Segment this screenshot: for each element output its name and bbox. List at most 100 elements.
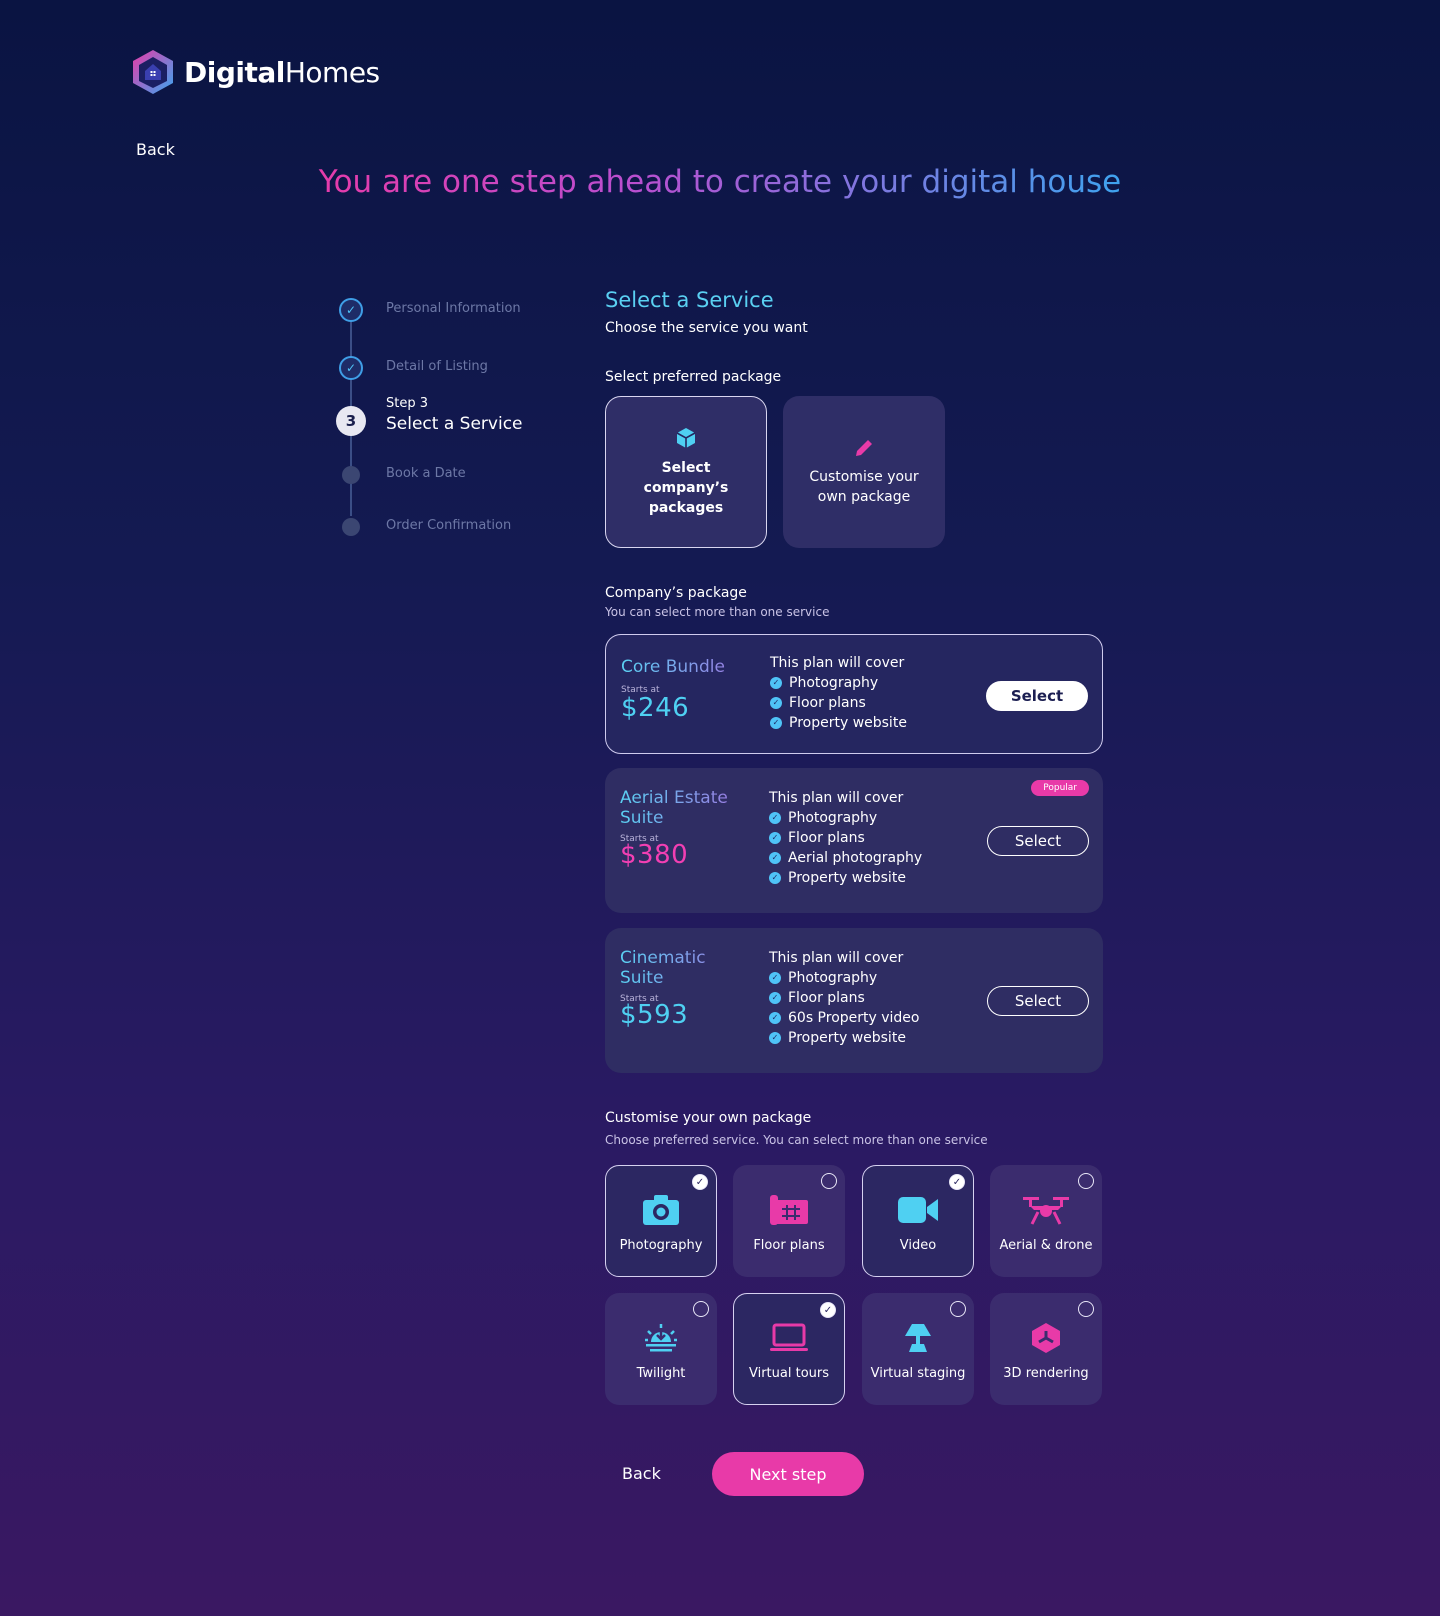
service-video[interactable]: ✓ Video bbox=[862, 1165, 974, 1277]
plan-name: Cinematic Suite bbox=[620, 948, 750, 988]
feature-item: ✓ Photography bbox=[769, 968, 920, 988]
cube-icon bbox=[1032, 1322, 1060, 1353]
plan-features: This plan will cover ✓ Photography ✓ Floor… bbox=[769, 948, 920, 1048]
video-camera-icon bbox=[898, 1196, 938, 1223]
service-label: Photography bbox=[619, 1237, 703, 1253]
check-icon: ✓ bbox=[769, 1032, 781, 1044]
feature-item: ✓ Property website bbox=[770, 713, 907, 733]
section-title: Select a Service bbox=[605, 288, 774, 312]
custom-package-sublabel: Choose preferred service. You can select… bbox=[605, 1133, 988, 1147]
step-label: Select a Service bbox=[386, 414, 523, 434]
option-label: Customise your own package bbox=[809, 469, 919, 505]
check-icon: ✓ bbox=[339, 298, 363, 322]
check-icon: ✓ bbox=[769, 852, 781, 864]
check-icon: ✓ bbox=[339, 356, 363, 380]
step-label: Order Confirmation bbox=[386, 518, 512, 533]
sunset-icon bbox=[645, 1323, 677, 1351]
plan-price: $246 bbox=[621, 693, 690, 723]
step-detail-of-listing[interactable]: ✓ Detail of Listing bbox=[336, 356, 488, 380]
step-select-a-service[interactable]: 3 Step 3 Select a Service bbox=[336, 396, 523, 436]
current-step-text: Step 3 Select a Service bbox=[386, 396, 523, 434]
step-dot bbox=[342, 466, 360, 484]
step-order-confirmation[interactable]: Order Confirmation bbox=[336, 518, 511, 536]
service-photography[interactable]: ✓ Photography bbox=[605, 1165, 717, 1277]
checkbox-unchecked[interactable] bbox=[1078, 1173, 1094, 1189]
plan-card-cinematic-suite[interactable]: Cinematic Suite Starts at $593 This plan… bbox=[605, 928, 1103, 1073]
box-icon bbox=[676, 428, 696, 448]
check-icon: ✓ bbox=[770, 697, 782, 709]
back-button[interactable]: Back bbox=[622, 1464, 661, 1483]
step-personal-information[interactable]: ✓ Personal Information bbox=[336, 298, 521, 322]
company-package-sublabel: You can select more than one service bbox=[605, 605, 830, 619]
select-core-bundle-button[interactable]: Select bbox=[986, 681, 1088, 711]
checkbox-unchecked[interactable] bbox=[1078, 1301, 1094, 1317]
service-twilight[interactable]: Twilight bbox=[605, 1293, 717, 1405]
feature-item: ✓ Property website bbox=[769, 1028, 920, 1048]
step-label: Personal Information bbox=[386, 301, 521, 316]
feature-item: ✓ Floor plans bbox=[769, 828, 922, 848]
plan-card-aerial-estate-suite[interactable]: Popular Aerial Estate Suite Starts at $3… bbox=[605, 768, 1103, 913]
option-label: Select company’s packages bbox=[643, 460, 729, 516]
checkbox-unchecked[interactable] bbox=[821, 1173, 837, 1189]
service-label: Video bbox=[899, 1237, 937, 1253]
service-label: 3D rendering bbox=[1003, 1365, 1089, 1381]
step-book-a-date[interactable]: Book a Date bbox=[336, 466, 466, 484]
step-caption: Step 3 bbox=[386, 396, 429, 411]
brand-wordmark: DigitalHomes bbox=[184, 55, 380, 89]
plan-name: Core Bundle bbox=[621, 657, 751, 677]
service-label: Floor plans bbox=[753, 1237, 825, 1253]
feature-item: ✓ Floor plans bbox=[769, 988, 920, 1008]
check-icon: ✓ bbox=[770, 717, 782, 729]
section-subtitle: Choose the service you want bbox=[605, 320, 808, 336]
plan-features: This plan will cover ✓ Photography ✓ Floor… bbox=[770, 653, 907, 733]
select-cinematic-suite-button[interactable]: Select bbox=[987, 986, 1089, 1016]
plan-price: $380 bbox=[620, 840, 689, 870]
feature-item: ✓ Aerial photography bbox=[769, 848, 922, 868]
custom-package-label: Customise your own package bbox=[605, 1110, 812, 1126]
step-number: 3 bbox=[336, 406, 366, 436]
service-label: Twilight bbox=[636, 1365, 686, 1381]
package-type-label: Select preferred package bbox=[605, 369, 782, 385]
cover-heading: This plan will cover bbox=[770, 655, 905, 671]
check-icon: ✓ bbox=[769, 992, 781, 1004]
service-label: Aerial & drone bbox=[999, 1237, 1093, 1253]
check-icon: ✓ bbox=[769, 1012, 781, 1024]
page-headline: You are one step ahead to create your di… bbox=[300, 164, 1140, 200]
custom-package-option[interactable]: Customise your own package bbox=[783, 396, 945, 548]
cover-heading: This plan will cover bbox=[769, 950, 904, 966]
brand-logo[interactable]: DigitalHomes bbox=[130, 49, 380, 95]
drone-icon bbox=[1023, 1196, 1069, 1225]
select-aerial-estate-button[interactable]: Select bbox=[987, 826, 1089, 856]
plan-price: $593 bbox=[620, 1000, 689, 1030]
popular-badge: Popular bbox=[1031, 780, 1089, 796]
camera-icon bbox=[643, 1194, 679, 1225]
service-virtual-staging[interactable]: Virtual staging bbox=[862, 1293, 974, 1405]
feature-item: ✓ Photography bbox=[770, 673, 907, 693]
check-icon: ✓ bbox=[769, 812, 781, 824]
feature-item: ✓ Floor plans bbox=[770, 693, 907, 713]
check-icon: ✓ bbox=[770, 677, 782, 689]
back-link[interactable]: Back bbox=[136, 140, 175, 159]
laptop-icon bbox=[770, 1323, 808, 1351]
service-floor-plans[interactable]: Floor plans bbox=[733, 1165, 845, 1277]
feature-item: ✓ Photography bbox=[769, 808, 922, 828]
step-label: Detail of Listing bbox=[386, 359, 488, 374]
checkbox-checked[interactable]: ✓ bbox=[949, 1174, 965, 1190]
plan-card-core-bundle[interactable]: Core Bundle Starts at $246 This plan wil… bbox=[605, 634, 1103, 754]
service-aerial-drone[interactable]: Aerial & drone bbox=[990, 1165, 1102, 1277]
service-virtual-tours[interactable]: ✓ Virtual tours bbox=[733, 1293, 845, 1405]
step-dot bbox=[342, 518, 360, 536]
check-icon: ✓ bbox=[769, 972, 781, 984]
checkbox-checked[interactable]: ✓ bbox=[692, 1174, 708, 1190]
company-package-label: Company’s package bbox=[605, 585, 747, 601]
checkbox-unchecked[interactable] bbox=[950, 1301, 966, 1317]
checkbox-checked[interactable]: ✓ bbox=[820, 1302, 836, 1318]
check-icon: ✓ bbox=[769, 832, 781, 844]
checkbox-unchecked[interactable] bbox=[693, 1301, 709, 1317]
service-label: Virtual staging bbox=[870, 1365, 966, 1381]
plan-name: Aerial Estate Suite bbox=[620, 788, 750, 828]
next-step-button[interactable]: Next step bbox=[712, 1452, 864, 1496]
cover-heading: This plan will cover bbox=[769, 790, 904, 806]
company-packages-option[interactable]: Select company’s packages bbox=[605, 396, 767, 548]
service-3d-rendering[interactable]: 3D rendering bbox=[990, 1293, 1102, 1405]
